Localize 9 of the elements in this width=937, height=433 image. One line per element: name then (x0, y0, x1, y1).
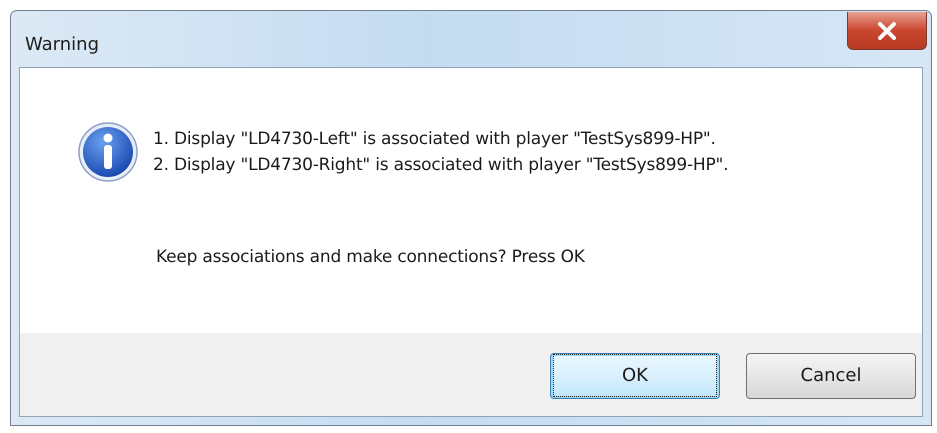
message-text: 2. Display "LD4730-Right" is associated with player "TestSys899-HP". (153, 154, 728, 177)
info-icon (77, 121, 139, 183)
dialog-button[interactable]: OK (550, 352, 720, 398)
prompt-text: Keep associations and make connections? Press OK (156, 247, 586, 267)
dialog-button[interactable]: Cancel (746, 352, 916, 398)
message-text: 1. Display "LD4730-Left" is associated with player "TestSys899-HP". (153, 128, 717, 151)
close-icon (876, 22, 898, 40)
close-button[interactable] (847, 12, 927, 50)
window-title: Warning (25, 34, 100, 55)
